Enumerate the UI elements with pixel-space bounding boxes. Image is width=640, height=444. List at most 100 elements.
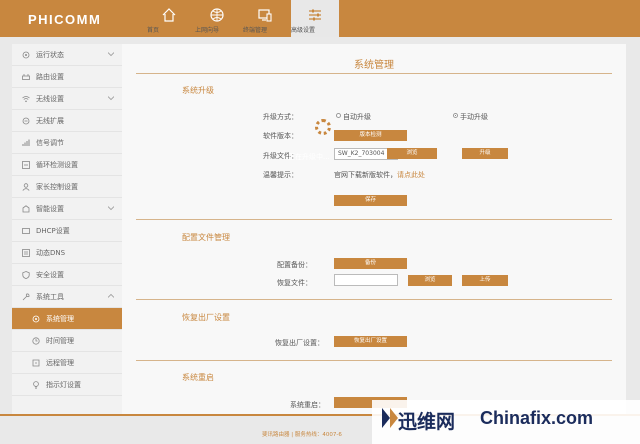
smart-icon [22,204,30,212]
tip-text: 官网下载新版软件，请点此处 [334,171,425,179]
reboot-label: 系统重启： [290,401,325,409]
router-icon [22,73,30,80]
footer-text: 斐讯路由器 | 服务热线：4007-6 [262,432,342,438]
factory-reset-button[interactable]: 恢复出厂设置 [334,336,407,347]
restore-file-input[interactable] [334,274,398,286]
sidebar-item-dhcp[interactable]: DHCP设置 [12,220,122,242]
dns-icon [22,248,30,257]
sidebar-item-label: 时间管理 [46,336,74,345]
divider [136,360,612,361]
repeater-icon [22,117,30,124]
tab-home[interactable]: 首页 [147,0,191,37]
tip-label: 温馨提示： [263,171,298,179]
shield-icon [22,270,30,279]
sidebar-item-run-status[interactable]: 运行状态 [12,44,122,66]
auto-upgrade-label: 自动升级 [343,113,371,121]
config-browse-button[interactable]: 浏览 [408,275,452,286]
sidebar-item-label: 智能设置 [36,204,64,213]
section-title-config: 配置文件管理 [182,233,230,242]
sidebar-item-wireless-extend[interactable]: 无线扩展 [12,110,122,132]
sidebar-subitem-system-management[interactable]: 系统管理 [12,308,122,330]
loading-spinner-icon [315,119,331,135]
sidebar-item-ddns[interactable]: 动态DNS [12,242,122,264]
download-link[interactable]: 请点此处 [397,171,425,179]
sidebar-item-loop-detect[interactable]: 循环检测设置 [12,154,122,176]
sidebar-item-label: 安全设置 [36,270,64,279]
sidebar-item-system-tools[interactable]: 系统工具 [12,286,122,308]
factory-reset-label: 恢复出厂设置： [275,339,324,347]
sidebar-subitem-time-management[interactable]: 时间管理 [12,330,122,352]
section-title-factory-reset: 恢复出厂设置 [182,313,230,322]
chevron-down-icon [108,206,114,211]
backup-button[interactable]: 备份 [334,258,407,269]
gear-icon [22,51,30,58]
sidebar-item-parental-control[interactable]: 家长控制设置 [12,176,122,198]
auto-upgrade-radio[interactable] [336,113,341,118]
sidebar-item-router-settings[interactable]: 路由设置 [12,66,122,88]
chevron-down-icon [108,52,114,57]
tab-device-management-label: 终端管理 [243,27,268,34]
tab-setup-wizard-label: 上网向导 [195,27,220,34]
sidebar-item-label: 指示灯设置 [46,380,81,389]
upgrade-mode-label: 升级方式： [263,113,298,121]
watermark: 迅维网 Chinafix.com [372,400,640,444]
tab-setup-wizard[interactable]: 上网向导 [195,0,239,37]
remote-icon [32,359,40,366]
watermark-text-en: Chinafix.com [480,408,594,428]
sidebar-item-signal-adjust[interactable]: 信号调节 [12,132,122,154]
wrench-icon [22,293,30,300]
sidebar-item-label: 路由设置 [36,72,64,81]
wifi-icon [22,95,30,102]
dhcp-icon [22,227,30,234]
save-button[interactable]: 保存 [334,195,407,206]
tab-device-management[interactable]: 终端管理 [243,0,287,37]
sidebar-subitem-indicator-light[interactable]: 指示灯设置 [12,374,122,396]
sidebar: 运行状态 路由设置 无线设置 无线扩展 信号调节 循环检测设置 家长控制设置 智… [12,44,122,414]
divider [136,299,612,300]
software-version-label: 软件版本： [263,132,298,140]
sidebar-item-label: 无线扩展 [36,116,64,125]
upload-button[interactable]: 上传 [462,275,508,286]
devices-icon [258,9,272,22]
sidebar-item-label: 系统工具 [36,292,64,301]
version-check-button[interactable]: 版本检测 [334,130,407,141]
divider [136,73,612,74]
page-title: 系统管理 [354,60,394,71]
signal-icon [22,139,30,146]
config-backup-label: 配置备份： [277,261,312,269]
user-icon [22,182,30,191]
tab-advanced-settings[interactable]: 高级设置 [291,0,339,37]
manual-upgrade-label: 手动升级 [460,113,488,121]
browse-button[interactable]: 浏览 [387,148,437,159]
sidebar-item-security[interactable]: 安全设置 [12,264,122,286]
chevron-down-icon [108,96,114,101]
upgrade-button[interactable]: 升级 [462,148,508,159]
sidebar-item-label: 无线设置 [36,94,64,103]
sidebar-item-wireless-settings[interactable]: 无线设置 [12,88,122,110]
sidebar-item-label: 系统管理 [46,314,74,323]
chevron-up-icon [108,293,114,298]
tab-advanced-settings-label: 高级设置 [291,27,316,34]
tab-home-label: 首页 [147,27,160,34]
manual-upgrade-radio[interactable] [453,113,458,118]
settings-sliders-icon [309,9,321,21]
sidebar-item-label: 动态DNS [36,248,66,257]
clock-icon [32,336,40,345]
sidebar-item-label: 运行状态 [36,50,64,59]
section-title-reboot: 系统重启 [182,373,214,382]
sidebar-item-label: 家长控制设置 [36,182,78,191]
bulb-icon [33,380,39,389]
home-icon [162,8,176,22]
loop-icon [22,160,30,169]
globe-icon [210,8,224,22]
sidebar-item-smart-settings[interactable]: 智能设置 [12,198,122,220]
main-content: 系统管理 系统升级 升级方式： 自动升级 手动升级 软件版本： 版本检测 升级文… [122,44,626,414]
sidebar-item-label: 循环检测设置 [36,160,78,169]
sidebar-item-label: DHCP设置 [36,226,70,235]
divider [136,219,612,220]
sidebar-subitem-remote-management[interactable]: 远程管理 [12,352,122,374]
section-title-upgrade: 系统升级 [182,86,214,95]
watermark-logo-icon [382,408,398,428]
watermark-text-cn: 迅维网 [398,411,456,433]
system-icon [32,315,40,322]
